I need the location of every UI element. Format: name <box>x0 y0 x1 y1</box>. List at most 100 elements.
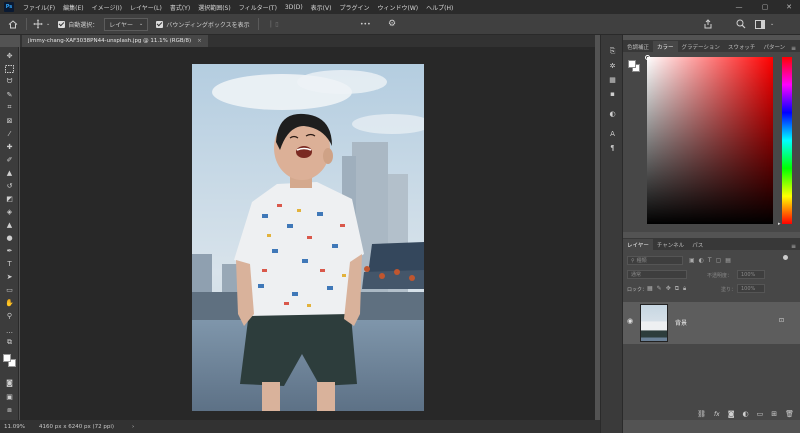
document-image[interactable] <box>192 64 424 411</box>
checkbox-checked-icon[interactable] <box>156 20 164 28</box>
paragraph-icon[interactable]: ¶ <box>607 143 618 152</box>
tab-gradient[interactable]: グラデーション <box>678 41 724 52</box>
panel-menu-icon[interactable]: ≡ <box>791 45 796 52</box>
shape-filter-icon[interactable]: ▢ <box>716 257 726 264</box>
properties-icon[interactable]: ✲ <box>607 61 618 70</box>
lock-image-icon[interactable]: ✎ <box>657 285 666 292</box>
pen-icon[interactable]: ✒ <box>4 246 15 255</box>
menu-window[interactable]: ウィンドウ(W) <box>373 3 422 12</box>
character-icon[interactable]: A <box>607 129 618 138</box>
hue-slider-handle-icon[interactable]: ▸ <box>778 221 781 227</box>
frame-icon[interactable]: ⊠ <box>4 116 15 125</box>
share-icon[interactable] <box>703 19 713 29</box>
fg-color-chip[interactable] <box>628 60 636 68</box>
auto-select-checkbox[interactable]: 自動選択： <box>58 20 98 29</box>
comments-icon[interactable]: ▪ <box>607 89 618 98</box>
blur-icon[interactable]: ▲ <box>4 220 15 229</box>
move-tool-icon[interactable]: ⌄ <box>33 19 50 29</box>
type-filter-icon[interactable]: T <box>708 257 716 264</box>
pixel-filter-icon[interactable]: ▣ <box>689 257 699 264</box>
menu-3d[interactable]: 3D(D) <box>281 4 307 11</box>
healing-brush-icon[interactable]: ✚ <box>4 142 15 151</box>
new-adjustment-layer-icon[interactable]: ◐ <box>743 410 749 418</box>
lock-position-icon[interactable]: ✥ <box>666 285 675 292</box>
panel-menu-icon[interactable]: ≡ <box>791 243 796 250</box>
color-field[interactable] <box>647 57 773 224</box>
layer-lock-icon[interactable]: ⊡ <box>779 317 784 324</box>
chevron-down-icon[interactable]: ⌄ <box>770 21 774 27</box>
filter-toggle-icon[interactable] <box>783 255 788 260</box>
foreground-color-swatch[interactable] <box>3 354 11 362</box>
libraries-icon[interactable]: ▦ <box>607 75 618 84</box>
document-tab[interactable]: jimmy-chang-XAF3038PN44-unsplash.jpg @ 1… <box>22 35 208 47</box>
layer-row-background[interactable]: ◉ 背景 ⊡ <box>623 302 800 344</box>
artboard-icon[interactable]: ⧈ <box>4 406 15 415</box>
tab-layers[interactable]: レイヤー <box>623 239 653 250</box>
layer-style-icon[interactable]: fx <box>714 411 720 418</box>
quick-select-icon[interactable]: ✎ <box>4 90 15 99</box>
tab-color[interactable]: カラー <box>653 41 678 52</box>
checkbox-checked-icon[interactable] <box>58 20 66 28</box>
new-group-icon[interactable]: ▭ <box>757 410 764 418</box>
layer-filter-select[interactable]: ⚲ 種類 <box>627 256 683 265</box>
color-picker-cursor[interactable] <box>645 55 650 60</box>
settings-gear-icon[interactable]: ⚙ <box>388 19 396 29</box>
more-options-button[interactable]: ••• <box>360 21 371 28</box>
tab-swatches[interactable]: スウォッチ <box>724 41 760 52</box>
screen-mode-icon[interactable]: ▣ <box>4 392 15 401</box>
search-icon[interactable] <box>736 19 746 29</box>
visibility-eye-icon[interactable]: ◉ <box>627 317 633 325</box>
path-selection-icon[interactable]: ➤ <box>4 272 15 281</box>
quick-mask-icon[interactable]: ◙ <box>4 378 15 387</box>
brush-icon[interactable]: ✐ <box>4 155 15 164</box>
menu-select[interactable]: 選択範囲(S) <box>194 3 235 12</box>
canvas-area[interactable] <box>20 47 595 420</box>
tab-channels[interactable]: チャンネル <box>653 239 688 250</box>
align-left-icon[interactable]: ▏▯ <box>271 21 279 28</box>
add-mask-icon[interactable]: ◙ <box>728 410 735 418</box>
new-layer-icon[interactable]: ⊞ <box>771 410 777 418</box>
tab-patterns[interactable]: パターン <box>759 41 789 52</box>
adjustments-icon[interactable]: ◐ <box>607 109 618 118</box>
clone-stamp-icon[interactable]: ▲ <box>4 168 15 177</box>
more-tools-icon[interactable]: … <box>4 326 15 335</box>
bounding-box-checkbox[interactable]: バウンディングボックスを表示 <box>156 20 250 29</box>
smart-object-filter-icon[interactable]: ▤ <box>725 257 735 264</box>
history-icon[interactable]: ⎘ <box>607 47 618 56</box>
tab-paths[interactable]: パス <box>688 239 707 250</box>
menu-layer[interactable]: レイヤー(L) <box>126 3 166 12</box>
lock-transparency-icon[interactable]: ▦ <box>647 285 657 292</box>
zoom-level[interactable]: 11.09% <box>4 424 25 430</box>
menu-plugins[interactable]: プラグイン <box>335 3 373 12</box>
menu-help[interactable]: ヘルプ(H) <box>422 3 457 12</box>
dodge-icon[interactable]: ● <box>4 233 15 242</box>
delete-layer-icon[interactable]: 🗑︎ <box>785 410 794 418</box>
close-window-icon[interactable]: ✕ <box>776 0 800 14</box>
hue-slider[interactable] <box>782 57 792 224</box>
auto-select-target-select[interactable]: レイヤー ⌄ <box>104 17 149 31</box>
maximize-icon[interactable]: ▢ <box>752 0 778 14</box>
zoom-icon[interactable]: ⚲ <box>4 311 15 320</box>
lock-artboard-icon[interactable]: ⧉ <box>675 285 683 292</box>
menu-filter[interactable]: フィルター(T) <box>235 3 281 12</box>
rectangle-icon[interactable]: ▭ <box>4 285 15 294</box>
opacity-input[interactable]: 100% <box>737 270 765 279</box>
menu-image[interactable]: イメージ(I) <box>88 3 126 12</box>
eraser-icon[interactable]: ◩ <box>4 194 15 203</box>
crop-icon[interactable]: ⌗ <box>4 103 15 112</box>
lock-all-icon[interactable]: 🔒︎ <box>683 285 690 292</box>
workspace-icon[interactable] <box>755 19 765 29</box>
close-tab-icon[interactable]: × <box>197 38 202 44</box>
home-icon[interactable] <box>8 19 18 29</box>
lasso-icon[interactable]: ᗢ <box>4 77 15 86</box>
move-tool-icon[interactable]: ✥ <box>4 51 15 60</box>
eyedropper-icon[interactable]: ⁄ <box>4 129 15 138</box>
minimize-icon[interactable]: — <box>726 0 752 14</box>
history-brush-icon[interactable]: ↺ <box>4 181 15 190</box>
fill-input[interactable]: 100% <box>737 284 765 293</box>
tab-adjustments[interactable]: 色調補正 <box>623 41 653 52</box>
menu-view[interactable]: 表示(V) <box>307 3 336 12</box>
menu-file[interactable]: ファイル(F) <box>19 3 59 12</box>
hand-icon[interactable]: ✋ <box>4 298 15 307</box>
default-colors-icon[interactable]: ⧉ <box>4 338 15 347</box>
